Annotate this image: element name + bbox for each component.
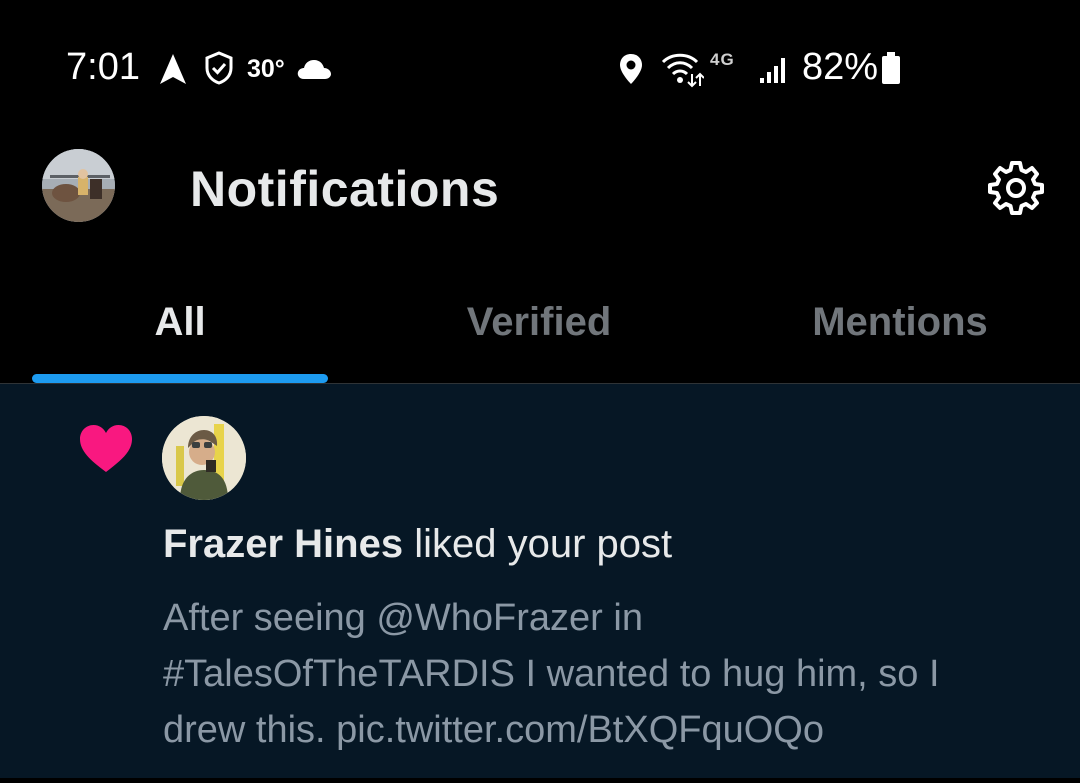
shield-check-icon <box>205 51 233 85</box>
tab-verified[interactable]: Verified <box>359 260 719 384</box>
notification-action: liked your post <box>403 522 673 566</box>
navigation-arrow-icon <box>160 54 186 84</box>
post-text-line: After seeing @WhoFrazer in <box>163 597 643 639</box>
tab-verified-label: Verified <box>466 300 612 344</box>
user-avatar[interactable] <box>162 416 246 500</box>
notification-item[interactable]: Frazer Hines liked your post After seein… <box>0 384 1080 779</box>
user-avatar-photo <box>162 416 246 500</box>
notification-divider <box>0 778 1080 783</box>
gear-icon <box>988 161 1044 215</box>
liked-post-text[interactable]: After seeing @WhoFrazer in #TalesOfTheTA… <box>163 590 1043 758</box>
cloud-icon <box>297 60 331 79</box>
profile-avatar[interactable] <box>42 149 115 222</box>
notification-user-name[interactable]: Frazer Hines <box>163 522 403 566</box>
location-pin-icon <box>620 54 642 84</box>
status-network-type: 4G <box>710 50 735 69</box>
tab-mentions[interactable]: Mentions <box>720 260 1080 384</box>
profile-photo <box>42 149 115 222</box>
active-tab-indicator <box>32 374 328 383</box>
status-battery-percent: 82% <box>802 46 879 88</box>
status-time: 7:01 <box>66 46 140 88</box>
tab-mentions-label: Mentions <box>812 300 988 344</box>
post-text-line: #TalesOfTheTARDIS I wanted to hug him, s… <box>163 653 940 695</box>
post-text-line: drew this. pic.twitter.com/BtXQFquOQo <box>163 709 824 751</box>
notification-summary: Frazer Hines liked your post <box>163 522 672 567</box>
tab-all[interactable]: All <box>0 260 360 384</box>
settings-button[interactable] <box>985 157 1047 219</box>
battery-icon <box>882 52 900 84</box>
status-temperature: 30° <box>247 55 285 83</box>
tab-all-label: All <box>154 300 206 344</box>
signal-bars-icon <box>760 58 785 83</box>
page-title: Notifications <box>190 161 500 217</box>
wifi-calling-icon <box>661 53 704 88</box>
heart-icon <box>80 425 132 472</box>
top-app-bar: Notifications <box>0 130 1080 250</box>
status-bar: 7:01 30° 4G 82% <box>0 0 1080 130</box>
notification-tabs: All Verified Mentions <box>0 260 1080 384</box>
